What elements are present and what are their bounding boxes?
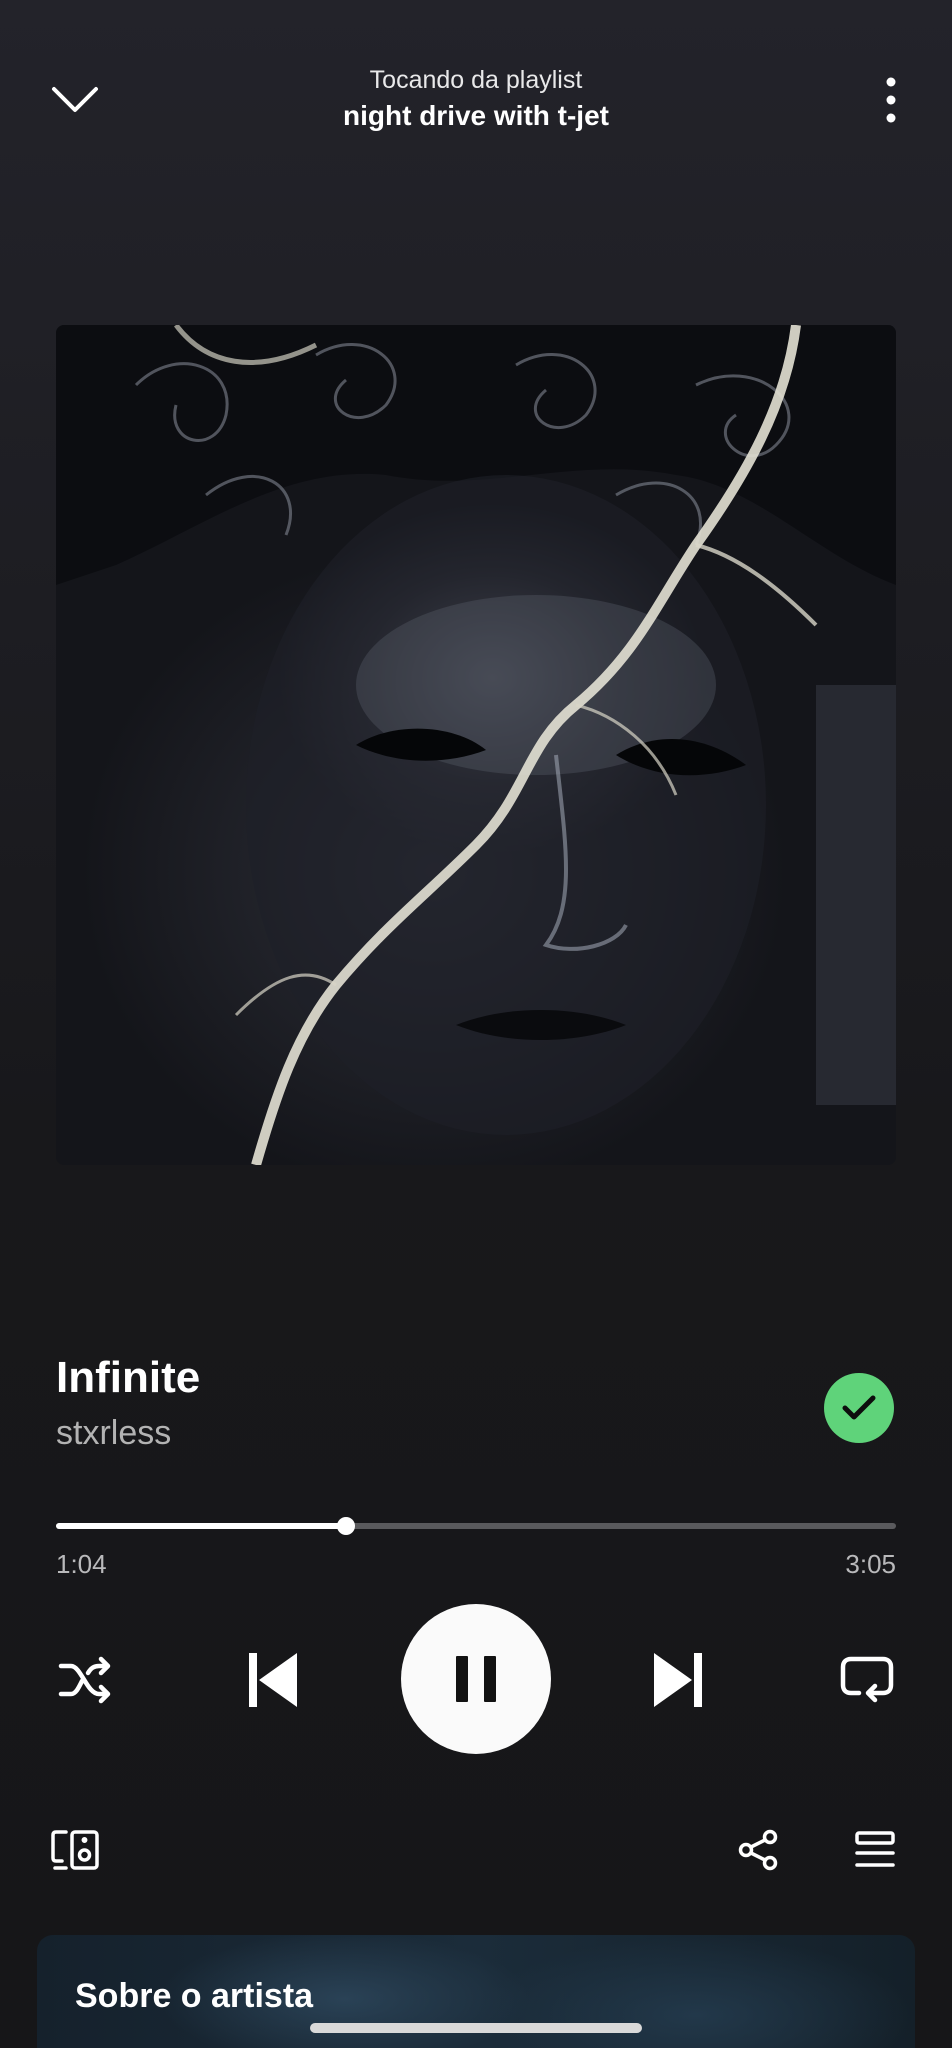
skip-next-icon [654, 1653, 702, 1707]
collapse-button[interactable] [40, 70, 110, 130]
connect-devices-button[interactable] [40, 1820, 110, 1880]
share-button[interactable] [728, 1820, 788, 1880]
album-artwork [56, 325, 896, 1165]
progress-fill [56, 1523, 346, 1529]
share-icon [738, 1829, 778, 1871]
shuffle-icon [58, 1656, 111, 1704]
queue-button[interactable] [845, 1820, 905, 1880]
artwork-image [56, 325, 896, 1165]
previous-button[interactable] [238, 1640, 308, 1720]
about-artist-title: Sobre o artista [75, 1977, 314, 2015]
more-vertical-icon [886, 77, 896, 123]
playlist-name: night drive with t-jet [343, 100, 609, 131]
check-circle-icon [842, 1395, 876, 1420]
repeat-icon [840, 1656, 894, 1703]
home-indicator[interactable] [310, 2023, 642, 2033]
progress-handle[interactable] [336, 1517, 355, 1535]
queue-icon [855, 1831, 895, 1867]
skip-previous-icon [249, 1653, 297, 1707]
track-title[interactable]: Infinite [56, 1353, 200, 1403]
liked-button[interactable] [824, 1373, 894, 1443]
repeat-button[interactable] [832, 1645, 902, 1715]
shuffle-button[interactable] [50, 1645, 120, 1715]
track-artist[interactable]: stxrless [56, 1414, 171, 1453]
pause-icon [456, 1656, 496, 1702]
now-playing-header: Tocando da playlist night drive with t-j… [0, 0, 952, 180]
time-total: 3:05 [845, 1549, 896, 1579]
now-playing-screen: Tocando da playlist night drive with t-j… [0, 0, 952, 2048]
time-elapsed: 1:04 [56, 1549, 107, 1579]
more-options-button[interactable] [866, 70, 916, 130]
pause-button[interactable] [401, 1604, 551, 1754]
playing-context[interactable]: Tocando da playlist night drive with t-j… [200, 64, 752, 136]
progress-bar[interactable] [56, 1517, 896, 1535]
connect-devices-icon [51, 1830, 99, 1870]
chevron-down-icon [52, 87, 98, 112]
context-label: Tocando da playlist [369, 66, 583, 94]
next-button[interactable] [643, 1640, 713, 1720]
